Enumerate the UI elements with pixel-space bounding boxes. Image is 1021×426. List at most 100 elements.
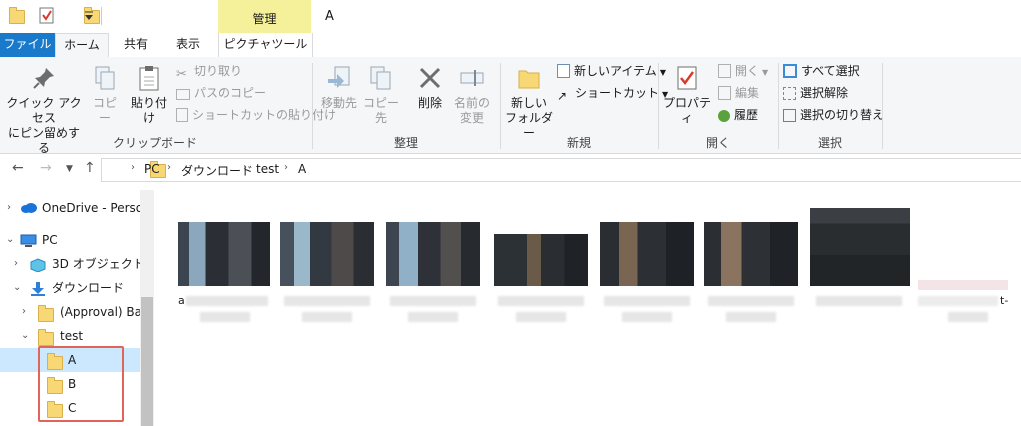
cut-button[interactable]: ✂ 切り取り (176, 62, 243, 82)
thumbnail-image (704, 222, 798, 286)
file-thumbnail[interactable] (810, 208, 910, 322)
folder-icon (9, 7, 25, 24)
back-button[interactable]: ← (12, 160, 24, 176)
nav-scrollbar-thumb[interactable] (141, 297, 153, 426)
edit-button[interactable]: 編集 (718, 84, 759, 102)
new-group-label: 新規 (566, 136, 591, 150)
customize-quick-access-icon[interactable] (84, 10, 94, 22)
thumbnail-image (918, 280, 1008, 290)
copy-to-button[interactable]: コピー先 (362, 64, 400, 126)
new-folder-button[interactable]: 新しい フォルダー (504, 64, 554, 141)
expand-chevron-icon[interactable]: › (22, 300, 26, 324)
expand-chevron-icon[interactable]: › (14, 252, 18, 276)
context-group-label: 管理 (252, 12, 277, 26)
chevron-right-icon[interactable]: › (243, 162, 247, 173)
select-none-button[interactable]: 選択解除 (783, 84, 848, 102)
delete-button[interactable]: 削除 (412, 64, 448, 111)
expand-chevron-icon[interactable]: › (7, 196, 11, 220)
cut-label: 切り取り (194, 64, 243, 78)
breadcrumb-test[interactable]: test (256, 162, 279, 176)
select-all-icon (783, 64, 797, 78)
rename-button[interactable]: 名前の 変更 (452, 64, 492, 126)
folder-icon (38, 305, 54, 322)
select-none-label: 選択解除 (800, 86, 849, 100)
file-thumbnail[interactable] (704, 222, 798, 322)
dropdown-arrow-icon: ▼ (762, 68, 769, 77)
invert-selection-button[interactable]: 選択の切り替え (783, 106, 884, 124)
chevron-right-icon[interactable]: › (131, 162, 135, 173)
invert-selection-icon (783, 109, 796, 122)
file-thumbnail[interactable]: a (178, 222, 270, 322)
thumbnail-caption: a (178, 294, 185, 307)
forward-button[interactable]: → (40, 160, 52, 176)
history-label: 履歴 (734, 108, 759, 122)
nav-item-label: PC (42, 233, 58, 247)
edit-icon (718, 86, 731, 100)
file-thumbnail[interactable] (600, 222, 694, 322)
nav-item-downloads[interactable]: ⌄ ダウンロード (0, 276, 140, 300)
tab-file[interactable]: ファイル (0, 33, 55, 57)
organize-group-label: 整理 (393, 136, 418, 150)
copy-icon (95, 66, 115, 90)
tab-view[interactable]: 表示 (165, 33, 211, 57)
collapse-chevron-icon[interactable]: ⌄ (6, 228, 14, 252)
move-to-icon (328, 66, 350, 88)
file-thumbnail[interactable] (494, 234, 588, 322)
nav-item-label: (Approval) Barı (60, 305, 140, 319)
nav-item-label: test (60, 329, 84, 343)
thumbnail-caption-blur (516, 312, 566, 322)
collapse-chevron-icon[interactable]: ⌄ (21, 324, 29, 348)
thumbnail-caption-blur (708, 296, 794, 306)
rename-label: 名前の 変更 (453, 96, 490, 125)
copy-path-button[interactable]: パスのコピー (176, 84, 266, 102)
new-item-label: 新しいアイテム (574, 64, 657, 78)
chevron-right-icon[interactable]: › (167, 162, 171, 173)
highlight-annotation (38, 346, 124, 422)
properties-label: プロパティ (662, 96, 711, 125)
thumbnail-caption-blur (726, 312, 776, 322)
computer-icon (20, 234, 37, 247)
select-all-label: すべて選択 (801, 64, 860, 78)
recent-locations-button[interactable]: ▼ (66, 164, 73, 174)
tab-picture-tools[interactable]: ピクチャツール (218, 33, 313, 57)
thumbnail-caption-blur (200, 312, 250, 322)
nav-item-approval[interactable]: › (Approval) Barı (0, 300, 140, 324)
up-button[interactable]: ↑ (84, 160, 96, 176)
breadcrumb-pc[interactable]: PC (144, 162, 160, 176)
collapse-chevron-icon[interactable]: ⌄ (13, 276, 21, 300)
thumbnail-image (178, 222, 270, 286)
delete-x-icon (419, 67, 441, 89)
properties-quick-icon[interactable] (39, 6, 55, 24)
copy-to-icon (370, 66, 391, 90)
move-to-button[interactable]: 移動先 (316, 64, 362, 111)
copy-path-label: パスのコピー (194, 86, 267, 100)
nav-item-onedrive[interactable]: › OneDrive - Person (0, 196, 140, 220)
nav-item-label: OneDrive - Person (42, 201, 140, 215)
select-group-label: 選択 (817, 136, 842, 150)
shortcut-button[interactable]: ↗ ショートカット ▼ (557, 84, 668, 103)
properties-button[interactable]: プロパティ (662, 64, 712, 126)
paste-button[interactable]: 貼り付け (126, 64, 172, 126)
open-button[interactable]: 開く ▼ (718, 62, 768, 80)
nav-item-pc[interactable]: ⌄ PC (0, 228, 140, 252)
nav-item-label: 3D オブジェクト (52, 257, 140, 271)
tab-home[interactable]: ホーム (55, 33, 109, 59)
history-button[interactable]: 履歴 (718, 106, 758, 124)
file-thumbnail[interactable] (280, 222, 374, 322)
paste-icon (139, 66, 159, 91)
chevron-right-icon[interactable]: › (284, 162, 288, 173)
tab-share[interactable]: 共有 (113, 33, 159, 57)
copy-button[interactable]: コピー (88, 64, 122, 126)
history-icon (718, 110, 730, 122)
cube-3d-icon (30, 258, 46, 272)
copy-label: コピー (92, 96, 117, 125)
file-thumbnail[interactable]: t- (918, 280, 1018, 322)
file-thumbnail[interactable] (386, 222, 480, 322)
select-all-button[interactable]: すべて選択 (783, 62, 860, 80)
nav-item-test[interactable]: ⌄ test (0, 324, 140, 348)
nav-item-3d-objects[interactable]: › 3D オブジェクト (0, 252, 140, 276)
title-bar (0, 0, 1021, 33)
new-item-button[interactable]: 新しいアイテム ▼ (557, 62, 666, 80)
breadcrumb-a[interactable]: A (298, 162, 306, 176)
paste-label: 貼り付け (130, 96, 167, 125)
